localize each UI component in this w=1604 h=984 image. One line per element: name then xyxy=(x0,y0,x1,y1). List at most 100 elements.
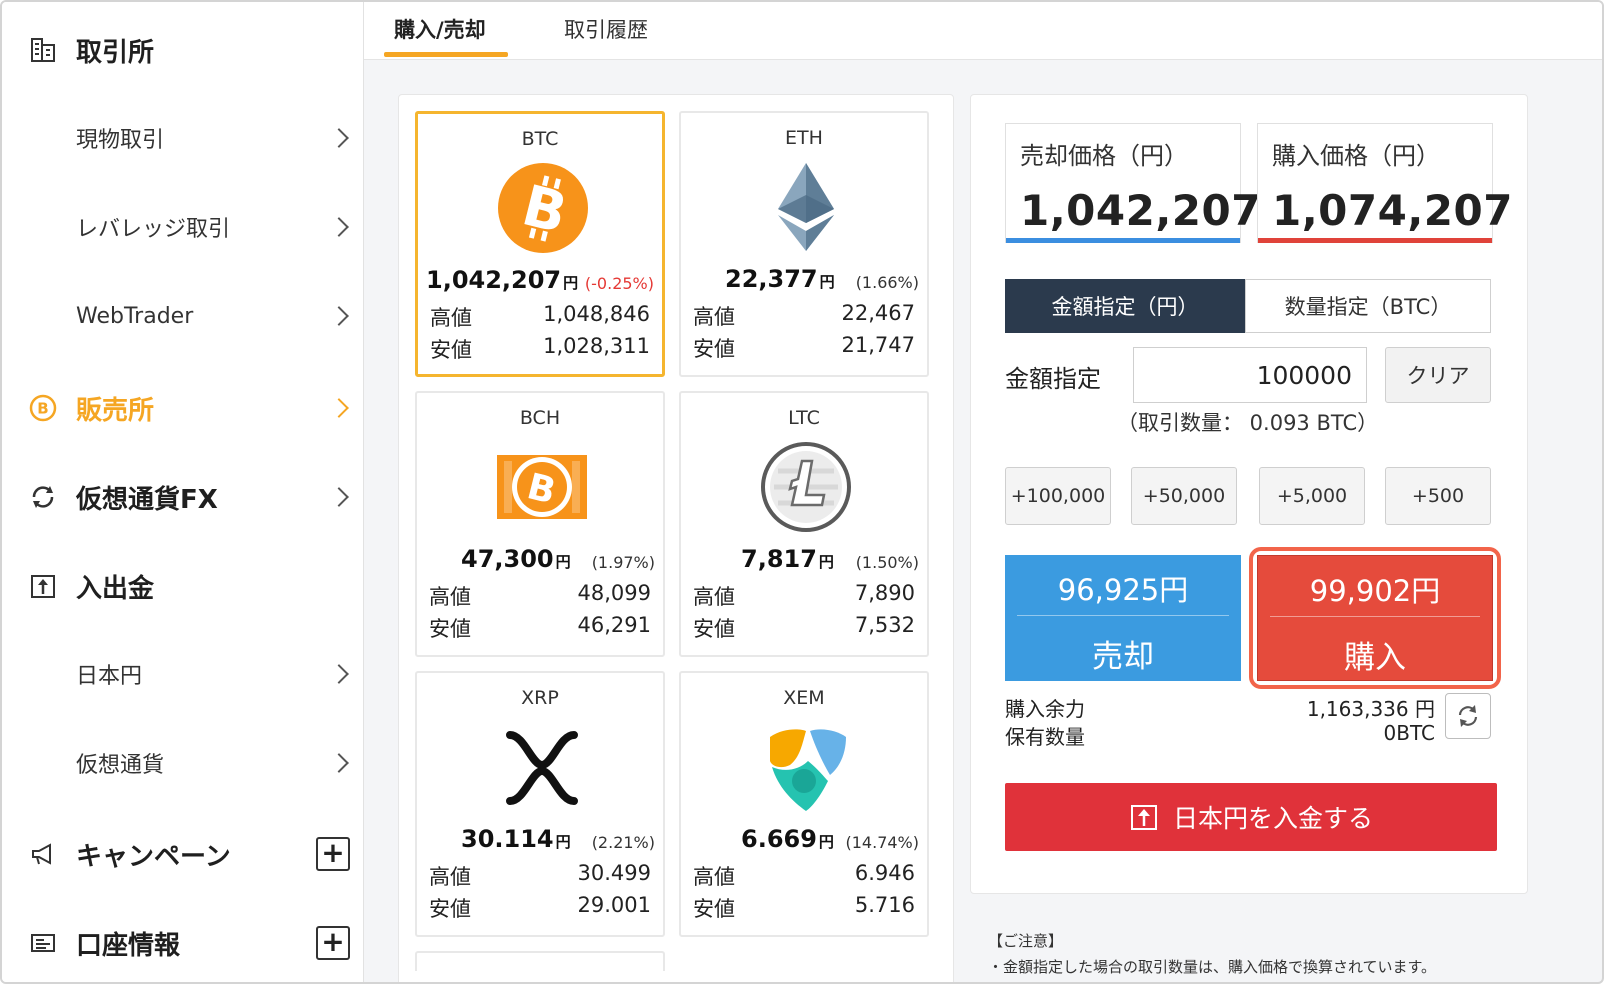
sidebar-item-deposit-withdraw[interactable]: 入出金 xyxy=(2,558,364,614)
coin-change: (-0.25%) xyxy=(584,274,654,293)
coin-card-partial[interactable] xyxy=(415,951,665,971)
quick-add-100000-button[interactable]: +100,000 xyxy=(1005,467,1111,525)
coin-change: (1.50%) xyxy=(855,553,919,572)
mode-quantity-tab[interactable]: 数量指定（BTC） xyxy=(1245,279,1491,333)
nem-logo-icon xyxy=(770,729,846,811)
coin-high-row: 高値 7,890 xyxy=(693,581,915,609)
chevron-right-icon xyxy=(329,128,349,148)
clear-button[interactable]: クリア xyxy=(1385,347,1491,403)
coin-symbol: ETH xyxy=(785,127,823,149)
sidebar-item-label: 取引所 xyxy=(76,37,155,68)
coin-change: (1.97%) xyxy=(591,553,655,572)
deposit-upload-icon xyxy=(1130,805,1157,830)
coin-high-row: 高値 6.946 xyxy=(693,861,915,889)
trade-panel: 売却価格（円） 1,042,207 購入価格（円） 1,074,207 金額指定… xyxy=(970,94,1528,894)
coin-price: 7,817 円 xyxy=(741,545,834,573)
sidebar-item-label: キャンペーン xyxy=(76,841,231,872)
coin-card-btc[interactable]: BTC B 1,042,207 円 (-0.25%) 高値 1,048,846 安値… xyxy=(415,111,665,377)
litecoin-logo-icon xyxy=(761,442,851,532)
coin-card-bch[interactable]: BCH B 47,300 円 (1.97%) 高値 48,099 安値 46,291 xyxy=(415,391,665,657)
chevron-right-icon xyxy=(329,306,349,326)
bitcoin-cash-logo-icon: B xyxy=(497,455,587,519)
sidebar-item-label: 仮想通貨 xyxy=(76,753,165,778)
amount-label: 金額指定 xyxy=(1005,365,1101,393)
mode-amount-tab[interactable]: 金額指定（円） xyxy=(1005,279,1245,333)
xrp-logo-icon xyxy=(506,731,578,805)
available-label: 購入余力 xyxy=(1005,697,1085,721)
sidebar-item-label: WebTrader xyxy=(76,303,194,329)
sell-price-label: 売却価格（円） xyxy=(1020,142,1188,170)
notice-heading: 【ご注意】 xyxy=(988,932,1064,950)
deposit-label: 日本円を入金する xyxy=(1172,804,1373,833)
buy-price-box: 購入価格（円） 1,074,207 xyxy=(1257,123,1512,243)
sidebar-item-exchange[interactable]: 取引所 xyxy=(2,22,364,78)
sidebar-item-account[interactable]: 口座情報 + xyxy=(2,915,364,971)
amount-input[interactable] xyxy=(1133,347,1367,403)
deposit-upload-icon xyxy=(28,571,58,601)
megaphone-icon xyxy=(28,839,58,869)
coin-card-xem[interactable]: XEM 6.669 円 (14.74%) 高値 6.946 安値 5.716 xyxy=(679,671,929,937)
coin-list-panel: BTC B 1,042,207 円 (-0.25%) 高値 1,048,846 安値… xyxy=(398,94,954,982)
buy-button[interactable]: 99,902円 購入 xyxy=(1257,555,1493,681)
holding-label: 保有数量 xyxy=(1005,725,1085,749)
sell-label: 売却 xyxy=(1092,639,1154,675)
coin-symbol: BTC xyxy=(521,128,559,150)
buy-label: 購入 xyxy=(1344,640,1406,676)
coin-price: 6.669 円 xyxy=(741,825,834,853)
coin-change: (14.74%) xyxy=(845,833,920,852)
expand-plus-icon[interactable]: + xyxy=(316,926,350,960)
available-value: 1,163,336 円 xyxy=(1306,697,1435,721)
sidebar-item-label: 日本円 xyxy=(76,664,143,689)
quick-add-50000-button[interactable]: +50,000 xyxy=(1131,467,1237,525)
sell-button[interactable]: 96,925円 売却 xyxy=(1005,555,1241,681)
tab-buy-sell[interactable]: 購入/売却 xyxy=(394,14,486,44)
refresh-button[interactable] xyxy=(1445,693,1491,739)
sidebar-item-label: 現物取引 xyxy=(76,128,165,153)
coin-symbol: XEM xyxy=(783,687,825,709)
buy-price-label: 購入価格（円） xyxy=(1272,142,1440,170)
coin-price: 22,377 円 xyxy=(725,265,835,293)
sidebar-item-fx[interactable]: 仮想通貨FX xyxy=(2,469,364,525)
sidebar-item-webtrader[interactable]: WebTrader xyxy=(2,288,364,344)
sell-price-bar xyxy=(1006,238,1240,243)
sidebar-item-leverage[interactable]: レバレッジ取引 xyxy=(2,199,364,255)
svg-text:B: B xyxy=(37,400,48,418)
tab-history[interactable]: 取引履歴 xyxy=(564,14,648,44)
coin-high-row: 高値 1,048,846 xyxy=(430,302,650,330)
buy-price-value: 1,074,207 xyxy=(1272,186,1513,235)
divider xyxy=(1270,616,1480,617)
coin-high-row: 高値 22,467 xyxy=(693,301,915,329)
coin-symbol: LTC xyxy=(788,407,820,429)
sidebar-item-crypto[interactable]: 仮想通貨 xyxy=(2,735,364,791)
coin-symbol: BCH xyxy=(519,407,561,429)
sidebar-item-store[interactable]: B 販売所 xyxy=(2,380,364,436)
coin-card-ltc[interactable]: LTC 7,817 円 (1.50%) 高値 7,890 安値 7,532 xyxy=(679,391,929,657)
quick-add-500-button[interactable]: +500 xyxy=(1385,467,1491,525)
coin-symbol: XRP xyxy=(521,687,559,709)
sidebar-item-label: 口座情報 xyxy=(76,930,181,961)
quick-add-5000-button[interactable]: +5,000 xyxy=(1259,467,1365,525)
sell-price-value: 1,042,207 xyxy=(1020,186,1261,235)
coin-change: (1.66%) xyxy=(855,273,919,292)
chevron-right-icon xyxy=(329,753,349,773)
sell-amount: 96,925円 xyxy=(1057,573,1189,607)
id-card-icon xyxy=(28,928,58,958)
coin-price: 47,300 円 xyxy=(461,545,571,573)
sidebar-item-spot[interactable]: 現物取引 xyxy=(2,110,364,166)
holding-value: 0BTC xyxy=(1383,721,1435,745)
coin-card-eth[interactable]: ETH 22,377 円 (1.66%) 高値 22,467 安値 21,747 xyxy=(679,111,929,377)
notice-text: ・金額指定した場合の取引数量は、購入価格で換算されています。 xyxy=(988,958,1437,976)
exchange-building-icon xyxy=(28,35,58,65)
swap-arrows-icon xyxy=(28,482,58,512)
coin-card-xrp[interactable]: XRP 30.114 円 (2.21%) 高値 30.499 安値 29.001 xyxy=(415,671,665,937)
bitcoin-coin-icon: B xyxy=(28,393,58,423)
sidebar-item-campaign[interactable]: キャンペーン + xyxy=(2,826,364,882)
expand-plus-icon[interactable]: + xyxy=(316,837,350,871)
bitcoin-logo-icon: B xyxy=(498,163,588,253)
coin-low-row: 安値 5.716 xyxy=(693,893,915,921)
sidebar-item-jpy[interactable]: 日本円 xyxy=(2,646,364,702)
divider xyxy=(1017,615,1229,616)
coin-price: 1,042,207 円 xyxy=(426,266,579,294)
deposit-jpy-button[interactable]: 日本円を入金する xyxy=(1005,783,1497,851)
chevron-right-icon xyxy=(329,398,349,418)
